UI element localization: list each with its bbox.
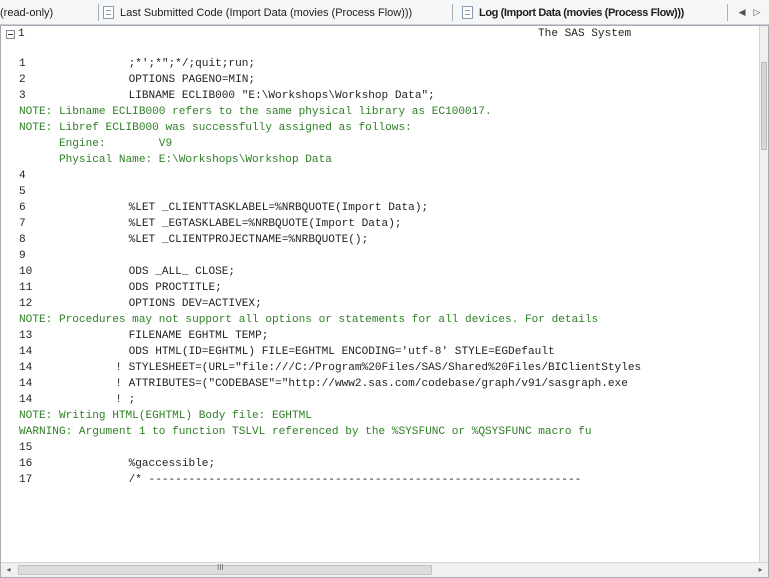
log-line-number: 10 bbox=[19, 266, 33, 278]
log-code-text: ! ATTRIBUTES=("CODEBASE"="http://www2.sa… bbox=[62, 378, 628, 390]
tab-last-submitted-label: Last Submitted Code (Import Data (movies… bbox=[120, 6, 413, 19]
log-code-text: LIBNAME ECLIB000 "E:\Workshops\Workshop … bbox=[62, 90, 435, 102]
log-code-text: %LET _EGTASKLABEL=%NRBQUOTE(Import Data)… bbox=[62, 218, 402, 230]
log-code-text: OPTIONS PAGENO=MIN; bbox=[62, 74, 256, 86]
log-note-text: Physical Name: E:\Workshops\Workshop Dat… bbox=[19, 154, 332, 166]
log-line-number: 7 bbox=[19, 218, 26, 230]
log-line-number: 14 bbox=[19, 362, 33, 374]
log-line-number: 13 bbox=[19, 330, 33, 342]
vertical-scrollbar[interactable] bbox=[759, 26, 768, 563]
log-line-number: 5 bbox=[19, 186, 26, 198]
log-note-text: NOTE: Procedures may not support all opt… bbox=[19, 314, 599, 326]
log-line-number: 14 bbox=[19, 346, 33, 358]
log-line-number: 12 bbox=[19, 298, 33, 310]
log-code-text: ODS HTML(ID=EGHTML) FILE=EGHTML ENCODING… bbox=[62, 346, 555, 358]
log-viewer[interactable]: 1 The SAS System 1 ;*';*";*/;quit;run; 2 … bbox=[0, 25, 769, 578]
log-line-number: 1 bbox=[19, 58, 26, 70]
log-code-text: %gaccessible; bbox=[62, 458, 216, 470]
tab-scroll-arrows: ◀ ▷ bbox=[730, 0, 769, 25]
log-line-number: 2 bbox=[19, 74, 26, 86]
log-line-number: 4 bbox=[19, 170, 26, 182]
log-line-number: 8 bbox=[19, 234, 26, 246]
log-line-number: 11 bbox=[19, 282, 33, 294]
log-page-number: 1 bbox=[18, 28, 25, 40]
log-code-text: ;*';*";*/;quit;run; bbox=[62, 58, 256, 70]
tab-log-label: Log (Import Data (movies (Process Flow))… bbox=[479, 6, 684, 19]
scroll-left-arrow-icon[interactable]: ◂ bbox=[1, 563, 16, 577]
log-line-number: 16 bbox=[19, 458, 33, 470]
collapse-minus-icon[interactable] bbox=[6, 30, 15, 39]
document-icon bbox=[462, 6, 473, 19]
log-warning-text: WARNING: Argument 1 to function TSLVL re… bbox=[19, 426, 592, 438]
log-line-number: 9 bbox=[19, 250, 26, 262]
tab-log[interactable]: Log (Import Data (movies (Process Flow))… bbox=[462, 0, 724, 25]
log-code-text: ODS PROCTITLE; bbox=[62, 282, 222, 294]
log-line-number: 14 bbox=[19, 394, 33, 406]
log-code-text: OPTIONS DEV=ACTIVEX; bbox=[62, 298, 262, 310]
log-line-number: 3 bbox=[19, 90, 26, 102]
log-note-text: NOTE: Libref ECLIB000 was successfully a… bbox=[19, 122, 412, 134]
log-note-text: NOTE: Libname ECLIB000 refers to the sam… bbox=[19, 106, 492, 118]
log-note-text: NOTE: Writing HTML(EGHTML) Body file: EG… bbox=[19, 410, 312, 422]
log-code-text: ! STYLESHEET=(URL="file:///C:/Program%20… bbox=[62, 362, 642, 374]
log-code-text: /* -------------------------------------… bbox=[62, 474, 582, 486]
log-code-text: ! ; bbox=[62, 394, 136, 406]
tab-readonly-label: (read-only) bbox=[0, 6, 54, 19]
document-icon bbox=[103, 6, 114, 19]
log-line-number: 17 bbox=[19, 474, 33, 486]
horizontal-scroll-thumb[interactable]: III bbox=[18, 563, 432, 575]
tab-scroll-right-icon[interactable]: ▷ bbox=[754, 7, 761, 18]
log-system-title: The SAS System bbox=[538, 28, 632, 40]
vertical-scroll-thumb[interactable] bbox=[761, 62, 767, 150]
log-code-text: FILENAME EGHTML TEMP; bbox=[62, 330, 269, 342]
document-tab-strip: (read-only) Last Submitted Code (Import … bbox=[0, 0, 769, 25]
tab-last-submitted-code[interactable]: Last Submitted Code (Import Data (movies… bbox=[103, 0, 448, 25]
log-code-text: %LET _CLIENTTASKLABEL=%NRBQUOTE(Import D… bbox=[62, 202, 429, 214]
horizontal-scrollbar[interactable]: ◂ III ▸ bbox=[1, 562, 768, 577]
log-code-text: ODS _ALL_ CLOSE; bbox=[62, 266, 236, 278]
tab-divider bbox=[452, 4, 453, 21]
log-code-text: %LET _CLIENTPROJECTNAME=%NRBQUOTE(); bbox=[62, 234, 369, 246]
scroll-grip-icon: III bbox=[217, 563, 224, 572]
tab-scroll-left-icon[interactable]: ◀ bbox=[739, 7, 746, 18]
log-line-number: 15 bbox=[19, 442, 33, 454]
log-text-area[interactable]: 1 The SAS System 1 ;*';*";*/;quit;run; 2 … bbox=[1, 26, 761, 563]
scroll-right-arrow-icon[interactable]: ▸ bbox=[753, 563, 768, 577]
tab-divider bbox=[98, 4, 99, 21]
log-line-number: 6 bbox=[19, 202, 26, 214]
log-note-text: Engine: V9 bbox=[19, 138, 173, 150]
log-line-number: 14 bbox=[19, 378, 33, 390]
tab-readonly-partial[interactable]: (read-only) bbox=[0, 0, 96, 25]
tab-divider bbox=[727, 4, 728, 21]
